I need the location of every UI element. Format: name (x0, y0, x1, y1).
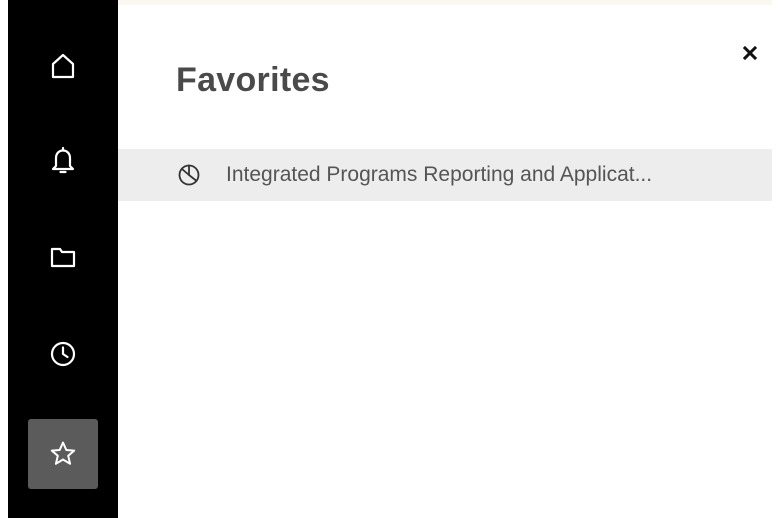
home-icon (51, 53, 75, 79)
sidebar-nav (8, 0, 118, 518)
favorite-item[interactable]: Integrated Programs Reporting and Applic… (118, 149, 772, 201)
right-edge (772, 0, 782, 518)
app-window: Favorites Integrated Programs Reporting … (0, 0, 782, 518)
left-gutter (0, 0, 8, 518)
sidebar-item-recent[interactable] (28, 319, 98, 389)
clock-icon (50, 341, 76, 367)
sidebar-item-favorites[interactable] (28, 419, 98, 489)
close-button[interactable] (737, 40, 763, 66)
sidebar-item-notifications[interactable] (28, 125, 98, 195)
panel-title: Favorites (176, 61, 330, 99)
report-pie-icon (176, 162, 202, 188)
sidebar-item-home[interactable] (28, 31, 98, 101)
close-icon (743, 46, 757, 60)
bell-icon (51, 146, 75, 174)
favorites-panel: Favorites Integrated Programs Reporting … (118, 5, 782, 518)
folder-icon (50, 247, 76, 268)
sidebar-item-folders[interactable] (28, 222, 98, 292)
favorite-item-label: Integrated Programs Reporting and Applic… (226, 163, 653, 186)
star-icon (50, 441, 76, 465)
